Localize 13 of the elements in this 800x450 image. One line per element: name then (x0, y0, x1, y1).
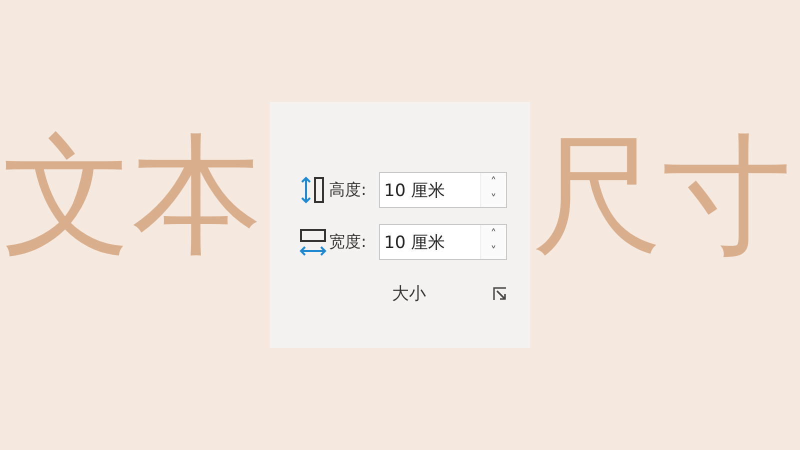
width-spinbox[interactable]: 10 厘米 ˄ ˅ (379, 224, 507, 260)
group-title: 大小 (392, 283, 426, 305)
increment-button[interactable]: ˄ (481, 225, 506, 242)
slide-heading: 尺寸 (532, 130, 792, 260)
decrement-button[interactable]: ˅ (481, 242, 506, 259)
slide-heading: 文本 (2, 130, 262, 260)
dialog-launcher-icon[interactable] (493, 286, 507, 300)
height-spinbox[interactable]: 10 厘米 ˄ ˅ (379, 172, 507, 208)
decrement-button[interactable]: ˅ (481, 190, 506, 207)
width-arrow-icon (298, 227, 328, 257)
field-label: 宽度: (329, 232, 368, 252)
increment-button[interactable]: ˄ (481, 173, 506, 190)
field-label: 高度: (329, 180, 368, 200)
